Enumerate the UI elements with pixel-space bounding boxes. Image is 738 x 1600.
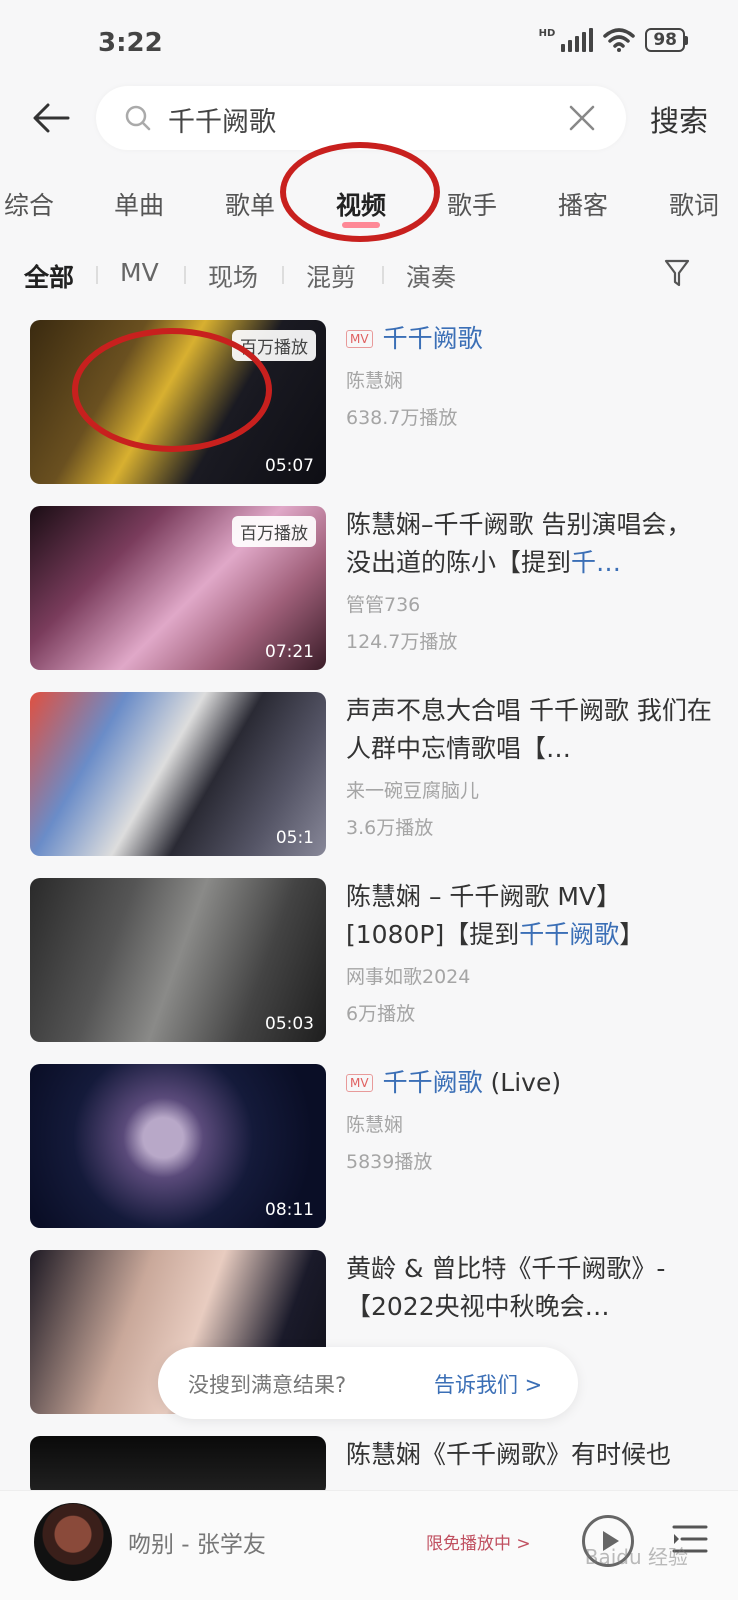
video-author: 网事如歌2024 xyxy=(346,966,471,988)
filter-icon[interactable] xyxy=(664,258,690,288)
mv-tag: MV xyxy=(346,330,373,348)
mini-player[interactable]: 吻别 - 张学友 限免播放中 > Baidu 经验 xyxy=(0,1490,738,1600)
active-tab-indicator xyxy=(342,222,381,228)
category-tabs: 综合 单曲 歌单 视频 歌手 播客 歌词 xyxy=(0,176,738,236)
signal-icon xyxy=(561,28,594,52)
status-icons: HD 98 xyxy=(539,28,688,52)
video-info: 陈慧娴《千千阙歌》有时候也 xyxy=(346,1436,716,1474)
wifi-icon xyxy=(603,28,636,52)
status-bar: 3:22 HD 98 xyxy=(0,0,738,82)
video-duration: 05:07 xyxy=(265,456,314,476)
clear-icon[interactable] xyxy=(566,102,598,134)
watermark: Baidu 经验 xyxy=(584,1545,688,1569)
video-thumbnail[interactable]: 05:03 xyxy=(30,878,326,1042)
video-plays: 638.7万播放 xyxy=(346,407,458,429)
subtab-remix[interactable]: 混剪 xyxy=(306,258,356,294)
tab-playlists[interactable]: 歌单 xyxy=(225,186,275,222)
video-title: MV 千千阙歌 xyxy=(346,320,716,358)
video-duration: 05:03 xyxy=(265,1014,314,1034)
video-duration: 07:21 xyxy=(265,642,314,662)
search-row: 千千阙歌 搜索 xyxy=(0,82,738,152)
tab-lyrics[interactable]: 歌词 xyxy=(669,186,719,222)
list-item[interactable]: 08:11 MV 千千阙歌 (Live) 陈慧娴 5839播放 xyxy=(0,1060,738,1230)
video-author: 陈慧娴 xyxy=(346,1114,404,1136)
video-info: 陈慧娴 – 千千阙歌 MV】[1080P]【提到千千阙歌】 网事如歌2024 6… xyxy=(346,878,716,1026)
tab-videos[interactable]: 视频 xyxy=(336,186,387,228)
feedback-bar: 没搜到满意结果? 告诉我们 > xyxy=(158,1347,578,1419)
video-author: 管管736 xyxy=(346,594,421,616)
filter-tabs: 全部 MV 现场 混剪 演奏 xyxy=(0,254,738,298)
video-author: 来一碗豆腐脑儿 xyxy=(346,780,480,802)
divider xyxy=(382,266,384,284)
video-author: 陈慧娴 xyxy=(346,370,404,392)
video-info: MV 千千阙歌 (Live) 陈慧娴 5839播放 xyxy=(346,1064,716,1174)
network-type-label: HD xyxy=(538,28,556,39)
now-playing-title: 吻别 - 张学友 xyxy=(128,1532,266,1558)
video-thumbnail[interactable] xyxy=(30,1436,326,1496)
battery-level: 98 xyxy=(645,28,685,52)
free-play-tag[interactable]: 限免播放中 > xyxy=(426,1529,531,1554)
feedback-question: 没搜到满意结果? xyxy=(188,1373,347,1397)
subtab-instrumental[interactable]: 演奏 xyxy=(406,258,456,294)
divider xyxy=(184,266,186,284)
video-info: 黄龄 & 曾比特《千千阙歌》-【2022央视中秋晚会… xyxy=(346,1250,716,1326)
feedback-link[interactable]: 告诉我们 > xyxy=(434,1369,542,1399)
video-plays: 3.6万播放 xyxy=(346,817,434,839)
video-plays: 6万播放 xyxy=(346,1003,416,1025)
status-time: 3:22 xyxy=(98,28,163,58)
tab-podcasts[interactable]: 播客 xyxy=(558,186,608,222)
tab-all[interactable]: 综合 xyxy=(4,186,54,222)
back-arrow-icon[interactable] xyxy=(30,96,74,140)
tab-videos-label: 视频 xyxy=(336,191,387,220)
video-duration: 08:11 xyxy=(265,1200,314,1220)
video-plays: 5839播放 xyxy=(346,1151,433,1173)
list-item[interactable]: 百万播放 07:21 陈慧娴–千千阙歌 告别演唱会，没出道的陈小【提到千… 管管… xyxy=(0,502,738,672)
battery-icon: 98 xyxy=(645,28,688,52)
video-duration: 05:1 xyxy=(275,828,314,848)
video-title: 陈慧娴–千千阙歌 告别演唱会，没出道的陈小【提到千… xyxy=(346,510,692,577)
video-thumbnail[interactable]: 百万播放 05:07 xyxy=(30,320,326,484)
divider xyxy=(96,266,98,284)
divider xyxy=(282,266,284,284)
search-icon xyxy=(125,105,151,131)
list-item[interactable]: 05:03 陈慧娴 – 千千阙歌 MV】[1080P]【提到千千阙歌】 网事如歌… xyxy=(0,874,738,1044)
video-thumbnail[interactable]: 05:1 xyxy=(30,692,326,856)
mv-tag: MV xyxy=(346,1074,373,1092)
video-info: 声声不息大合唱 千千阙歌 我们在人群中忘情歌唱【… 来一碗豆腐脑儿 3.6万播放 xyxy=(346,692,716,840)
popularity-badge: 百万播放 xyxy=(232,330,316,361)
subtab-mv[interactable]: MV xyxy=(120,258,159,287)
video-info: 陈慧娴–千千阙歌 告别演唱会，没出道的陈小【提到千… 管管736 124.7万播… xyxy=(346,506,716,654)
list-item[interactable]: 百万播放 05:07 MV 千千阙歌 陈慧娴 638.7万播放 xyxy=(0,316,738,486)
video-title: 陈慧娴 – 千千阙歌 MV】[1080P]【提到千千阙歌】 xyxy=(346,882,645,949)
list-item[interactable]: 陈慧娴《千千阙歌》有时候也 xyxy=(0,1432,738,1496)
tab-artists[interactable]: 歌手 xyxy=(447,186,497,222)
video-title: 陈慧娴《千千阙歌》有时候也 xyxy=(346,1440,672,1469)
search-input[interactable]: 千千阙歌 xyxy=(168,100,276,139)
subtab-live[interactable]: 现场 xyxy=(208,258,258,294)
video-thumbnail[interactable]: 08:11 xyxy=(30,1064,326,1228)
album-art[interactable] xyxy=(34,1503,112,1581)
list-item[interactable]: 05:1 声声不息大合唱 千千阙歌 我们在人群中忘情歌唱【… 来一碗豆腐脑儿 3… xyxy=(0,688,738,858)
video-plays: 124.7万播放 xyxy=(346,631,458,653)
video-title: 黄龄 & 曾比特《千千阙歌》-【2022央视中秋晚会… xyxy=(346,1254,666,1321)
video-title: 声声不息大合唱 千千阙歌 我们在人群中忘情歌唱【… xyxy=(346,696,712,763)
video-info: MV 千千阙歌 陈慧娴 638.7万播放 xyxy=(346,320,716,430)
video-thumbnail[interactable]: 百万播放 07:21 xyxy=(30,506,326,670)
popularity-badge: 百万播放 xyxy=(232,516,316,547)
search-button[interactable]: 搜索 xyxy=(650,98,708,140)
search-box[interactable]: 千千阙歌 xyxy=(96,86,626,150)
video-title: MV 千千阙歌 (Live) xyxy=(346,1064,716,1102)
tab-songs[interactable]: 单曲 xyxy=(114,186,164,222)
subtab-all[interactable]: 全部 xyxy=(24,258,74,294)
